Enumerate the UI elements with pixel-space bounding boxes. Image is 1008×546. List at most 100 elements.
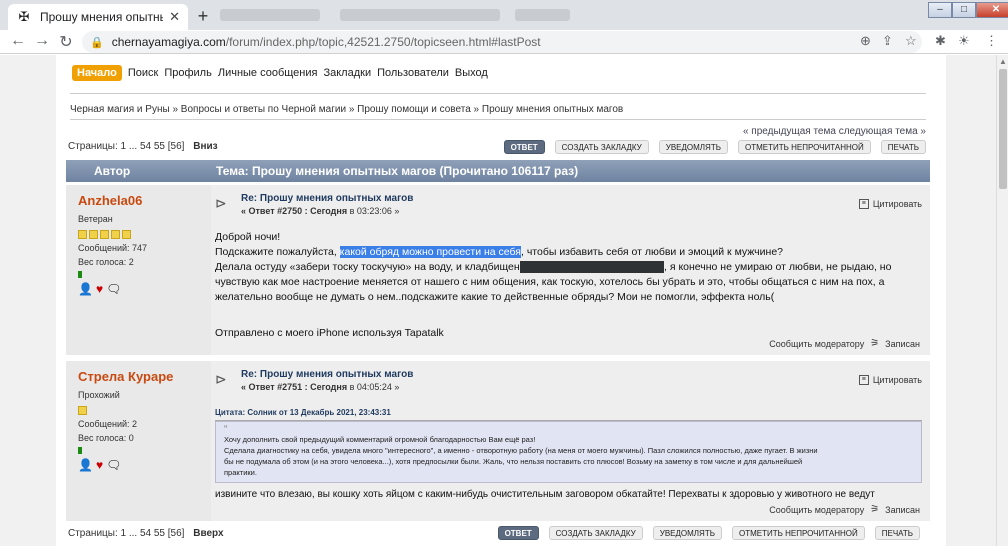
mark-unread-button[interactable]: отметить непрочитанной: [731, 526, 865, 540]
post-title[interactable]: Re: Прошу мнения опытных магов: [241, 193, 922, 204]
pagination-top: Страницы: 1 ... 54 55 [56] Вниз: [68, 141, 218, 152]
url-input[interactable]: 🔒 chernayamagiya.com/forum/index.php/top…: [82, 31, 922, 53]
menu-logout[interactable]: Выход: [455, 67, 488, 79]
post-body: ⊳ Re: Прошу мнения опытных магов « Ответ…: [211, 185, 930, 355]
minimize-icon[interactable]: –: [928, 2, 952, 18]
post-text-span: , чтобы избавить себя от любви и эмоций …: [521, 246, 783, 258]
divider: [70, 119, 926, 120]
post-meta: « Ответ #2750 : Сегодня в 03:23:06 »: [241, 206, 922, 216]
post-line: Доброй ночи!: [215, 231, 281, 243]
url-host: chernayamagiya.com: [111, 35, 226, 49]
bookmark-button[interactable]: создать закладку: [554, 140, 649, 154]
mark-unread-button[interactable]: отметить непрочитанной: [737, 140, 871, 154]
share-icon[interactable]: ⇪: [882, 33, 893, 49]
translate-icon[interactable]: ⊕: [860, 33, 871, 49]
heart-icon[interactable]: ♥: [96, 282, 103, 296]
bookmark-button[interactable]: создать закладку: [548, 526, 643, 540]
header-author: Автор: [94, 164, 131, 178]
pages-up-link[interactable]: Вверх: [193, 528, 223, 539]
rank-stars: [78, 406, 199, 415]
pages-label[interactable]: Страницы: 1 ... 54 55 [56]: [68, 141, 184, 152]
quote-icon: ≡: [858, 199, 869, 209]
post-line: желательно вообще не думать о нем..подск…: [215, 291, 775, 303]
forum-content: Начало Поиск Профиль Личные сообщения За…: [56, 55, 946, 546]
site-favicon-icon: ✠: [18, 9, 30, 24]
topic-prev-next[interactable]: « предыдущая тема следующая тема »: [743, 126, 926, 137]
menu-users[interactable]: Пользователи: [377, 67, 449, 79]
user-message-count: Сообщений: 2: [78, 419, 138, 429]
rank-star-icon: [78, 230, 87, 239]
menu-messages[interactable]: Личные сообщения: [218, 67, 318, 79]
scroll-up-icon[interactable]: ▲: [999, 57, 1007, 66]
post-author-panel: Стрела Кураре Прохожий Сообщений: 2 Вес …: [66, 361, 211, 521]
menu-profile[interactable]: Профиль: [164, 67, 212, 79]
report-moderator-link[interactable]: Сообщить модератору: [769, 505, 864, 515]
quote-mark-icon: “: [224, 424, 228, 435]
tab-close-icon[interactable]: ✕: [169, 9, 180, 25]
scrollbar-thumb[interactable]: [999, 69, 1007, 189]
quote-button[interactable]: ≡ Цитировать: [858, 199, 922, 209]
extensions-icon[interactable]: ✱: [935, 33, 946, 49]
browser-tab-bar: ✠ Прошу мнения опытных магов ✕ + – □ ✕: [0, 0, 1008, 30]
maximize-icon[interactable]: □: [952, 2, 976, 18]
notify-button[interactable]: уведомлять: [652, 526, 722, 540]
menu-home[interactable]: Начало: [72, 65, 122, 81]
report-moderator-link[interactable]: Сообщить модератору: [769, 339, 864, 349]
pagination-bottom: Страницы: 1 ... 54 55 [56] Вверх ответ с…: [66, 526, 930, 542]
browser-tab-blurred[interactable]: [340, 9, 500, 21]
bookmark-star-icon[interactable]: ☆: [905, 33, 917, 49]
print-button[interactable]: печать: [874, 526, 920, 540]
address-bar: ← → ↻ 🔒 chernayamagiya.com/forum/index.p…: [0, 30, 1008, 54]
forum-post: Anzhela06 Ветеран Сообщений: 747 Вес гол…: [66, 185, 930, 355]
user-rank: Прохожий: [78, 390, 120, 400]
rank-star-icon: [89, 230, 98, 239]
post-username[interactable]: Anzhela06: [78, 193, 199, 208]
page-scrollbar[interactable]: ▲: [996, 55, 1008, 546]
menu-search[interactable]: Поиск: [128, 67, 158, 79]
browser-menu-icon[interactable]: ⋮: [985, 33, 998, 49]
online-status-icon: [78, 271, 82, 278]
pages-label[interactable]: Страницы: 1 ... 54 55 [56]: [68, 528, 184, 539]
post-text: Доброй ночи! Подскажите пожалуйста, како…: [215, 230, 922, 305]
post-meta: « Ответ #2751 : Сегодня в 04:05:24 »: [241, 382, 922, 392]
heart-icon[interactable]: ♥: [96, 458, 103, 472]
message-icon[interactable]: 🗨: [106, 282, 121, 296]
reload-icon[interactable]: ↻: [56, 32, 76, 52]
redaction-bar: скую на себя, снимала с себя: [519, 261, 664, 273]
post-title[interactable]: Re: Прошу мнения опытных магов: [241, 369, 922, 380]
print-button[interactable]: печать: [880, 140, 926, 154]
url-path: /forum/index.php/topic,42521.2750/topics…: [225, 35, 541, 49]
quote-header[interactable]: Цитата: Солник от 13 Декабрь 2021, 23:43…: [215, 408, 922, 417]
browser-tab-active[interactable]: ✠ Прошу мнения опытных магов ✕: [8, 4, 188, 30]
notify-button[interactable]: уведомлять: [658, 140, 728, 154]
profile-icon[interactable]: 👤: [78, 458, 93, 472]
profile-icon[interactable]: 👤: [78, 282, 93, 296]
user-rank: Ветеран: [78, 214, 113, 224]
post-username[interactable]: Стрела Кураре: [78, 369, 199, 384]
topic-actions-top: ответ создать закладку уведомлять отмети…: [503, 140, 926, 154]
menu-bookmarks[interactable]: Закладки: [323, 67, 371, 79]
browser-tab-blurred[interactable]: [515, 9, 570, 21]
message-icon[interactable]: 🗨: [106, 458, 121, 472]
post-text-span: Подскажите пожалуйста,: [215, 246, 340, 258]
browser-tab-blurred[interactable]: [220, 9, 320, 21]
extension-sun-icon[interactable]: ☀: [958, 33, 970, 49]
quote-button[interactable]: ≡ Цитировать: [858, 375, 922, 385]
post-time: в 04:05:24 »: [349, 382, 400, 392]
rank-star-icon: [100, 230, 109, 239]
profile-icons: 👤 ♥ 🗨: [78, 458, 199, 472]
reply-button[interactable]: ответ: [503, 140, 545, 154]
new-tab-button[interactable]: +: [193, 6, 213, 27]
pages-down-link[interactable]: Вниз: [193, 141, 217, 152]
post-date: Сегодня: [310, 382, 348, 392]
rank-star-icon: [78, 406, 87, 415]
back-icon[interactable]: ←: [8, 32, 28, 50]
window-close-icon[interactable]: ✕: [976, 2, 1008, 18]
breadcrumb[interactable]: Черная магия и Руны » Вопросы и ответы п…: [70, 104, 623, 115]
post-icon: ⊳: [215, 371, 227, 387]
forward-icon[interactable]: →: [32, 32, 52, 50]
reply-button[interactable]: ответ: [497, 526, 539, 540]
topic-header: Автор Тема: Прошу мнения опытных магов (…: [66, 160, 930, 182]
user-vote-weight: Вес голоса: 0: [78, 433, 134, 443]
post-body: ⊳ Re: Прошу мнения опытных магов « Ответ…: [211, 361, 930, 521]
